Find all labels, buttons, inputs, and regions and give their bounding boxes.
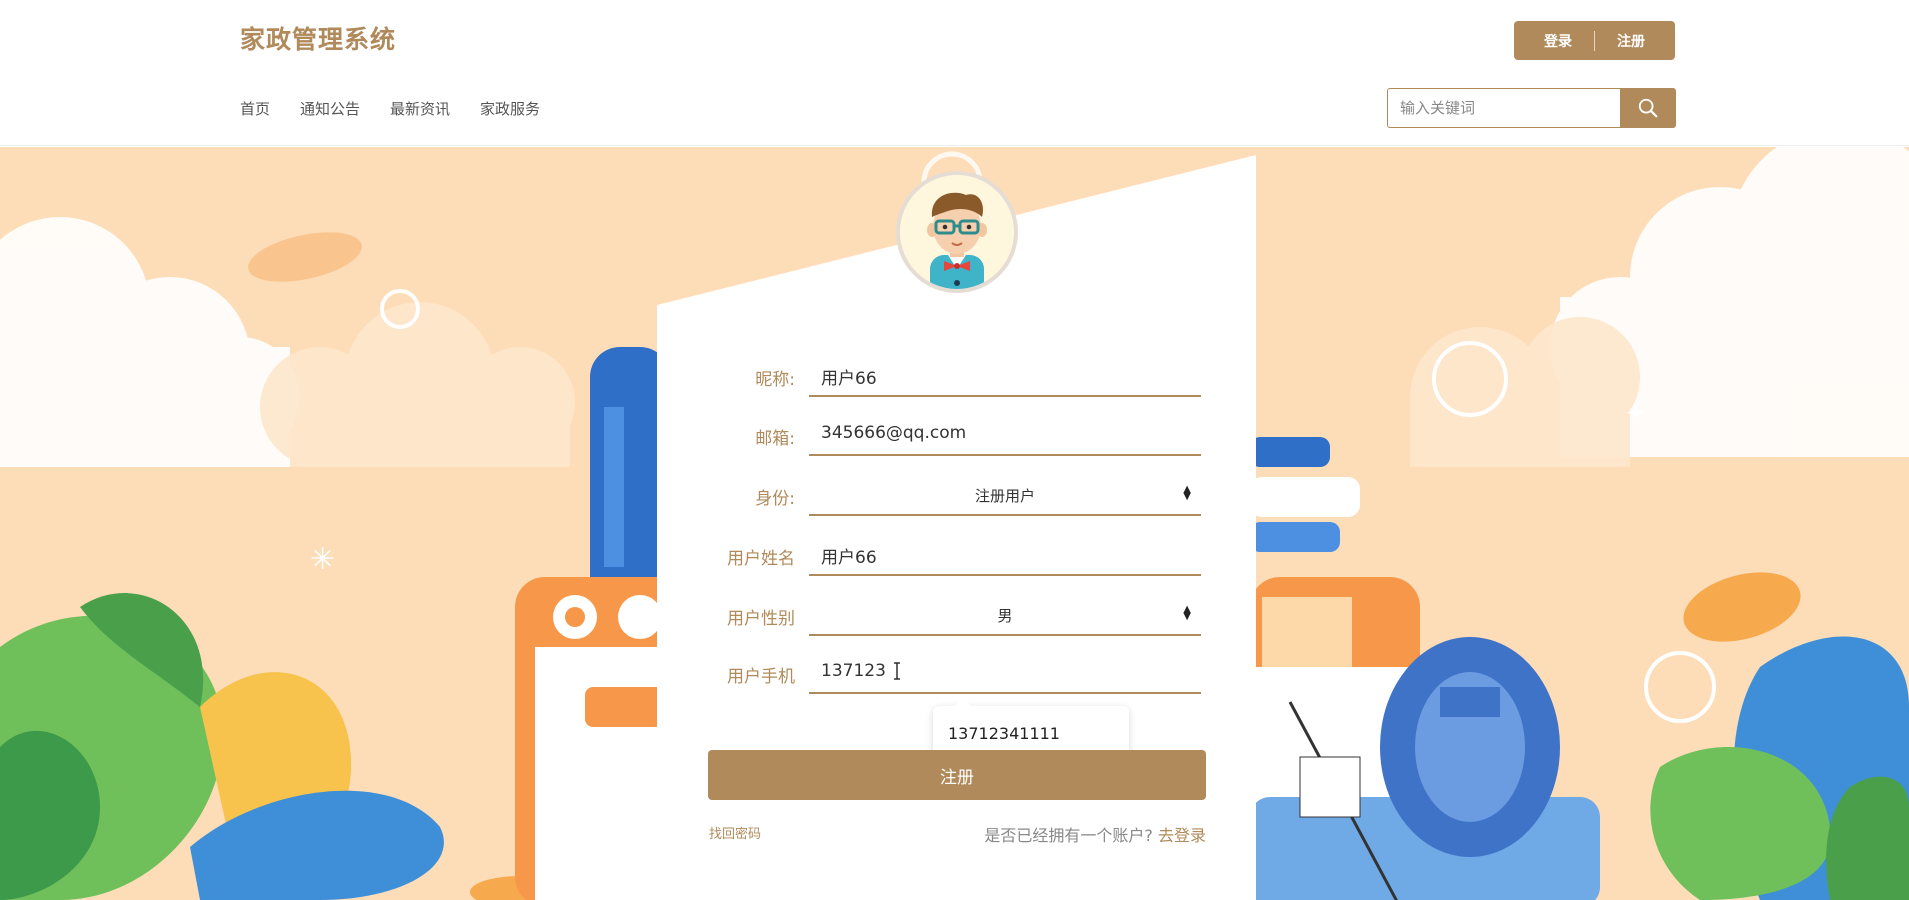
nickname-row: 昵称: 用户66 bbox=[700, 353, 1205, 401]
main-nav: 首页 通知公告 最新资讯 家政服务 bbox=[240, 98, 540, 119]
header: 家政管理系统 登录 注册 首页 通知公告 最新资讯 家政服务 bbox=[0, 0, 1909, 146]
gender-select-value: 男 bbox=[997, 607, 1013, 625]
nickname-label: 昵称: bbox=[755, 370, 795, 390]
search-input[interactable] bbox=[1387, 88, 1620, 128]
nav-item-services[interactable]: 家政服务 bbox=[480, 98, 540, 119]
role-select[interactable]: 注册用户 ▲ ▼ bbox=[809, 472, 1201, 516]
email-row: 邮箱: 345666@qq.com bbox=[700, 412, 1205, 460]
search-bar bbox=[1387, 88, 1676, 128]
username-input[interactable]: 用户66 bbox=[809, 532, 1201, 576]
email-label: 邮箱: bbox=[755, 429, 795, 449]
forgot-password-link[interactable]: 找回密码 bbox=[709, 823, 761, 842]
register-link[interactable]: 注册 bbox=[1617, 31, 1645, 51]
svg-text:✦: ✦ bbox=[1625, 399, 1647, 429]
site-logo[interactable]: 家政管理系统 bbox=[240, 20, 396, 56]
username-row: 用户姓名 用户66 bbox=[700, 532, 1205, 580]
role-select-value: 注册用户 bbox=[974, 487, 1035, 505]
nav-item-notices[interactable]: 通知公告 bbox=[300, 98, 360, 119]
phone-label: 用户手机 bbox=[727, 667, 795, 687]
select-arrows-icon: ▲ ▼ bbox=[1183, 484, 1191, 502]
email-input[interactable]: 345666@qq.com bbox=[809, 412, 1201, 456]
nav-item-home[interactable]: 首页 bbox=[240, 98, 270, 119]
login-link[interactable]: 登录 bbox=[1544, 31, 1572, 51]
go-login-link[interactable]: 去登录 bbox=[1158, 826, 1206, 845]
phone-input[interactable]: 137123 bbox=[809, 650, 1201, 694]
select-arrows-icon: ▲ ▼ bbox=[1183, 604, 1191, 622]
search-icon bbox=[1638, 98, 1658, 118]
role-row: 身份: 注册用户 ▲ ▼ bbox=[700, 472, 1205, 520]
auth-box: 登录 注册 bbox=[1514, 21, 1675, 60]
svg-text:✳: ✳ bbox=[310, 542, 335, 577]
gender-select[interactable]: 男 ▲ ▼ bbox=[809, 592, 1201, 636]
avatar-illustration bbox=[900, 175, 1014, 289]
text-cursor-icon bbox=[894, 662, 900, 680]
phone-row: 用户手机 137123 bbox=[700, 650, 1205, 698]
user-avatar bbox=[896, 171, 1018, 293]
register-submit-button[interactable]: 注册 bbox=[708, 750, 1206, 800]
have-account-prompt: 是否已经拥有一个账户? 去登录 bbox=[984, 822, 1206, 846]
nickname-input[interactable]: 用户66 bbox=[809, 353, 1201, 397]
role-label: 身份: bbox=[755, 489, 795, 509]
auth-divider bbox=[1594, 30, 1595, 51]
gender-label: 用户性别 bbox=[727, 609, 795, 629]
nav-item-news[interactable]: 最新资讯 bbox=[390, 98, 450, 119]
username-label: 用户姓名 bbox=[727, 549, 795, 569]
search-button[interactable] bbox=[1620, 88, 1676, 128]
gender-row: 用户性别 男 ▲ ▼ bbox=[700, 592, 1205, 640]
have-account-text: 是否已经拥有一个账户? bbox=[984, 826, 1153, 845]
